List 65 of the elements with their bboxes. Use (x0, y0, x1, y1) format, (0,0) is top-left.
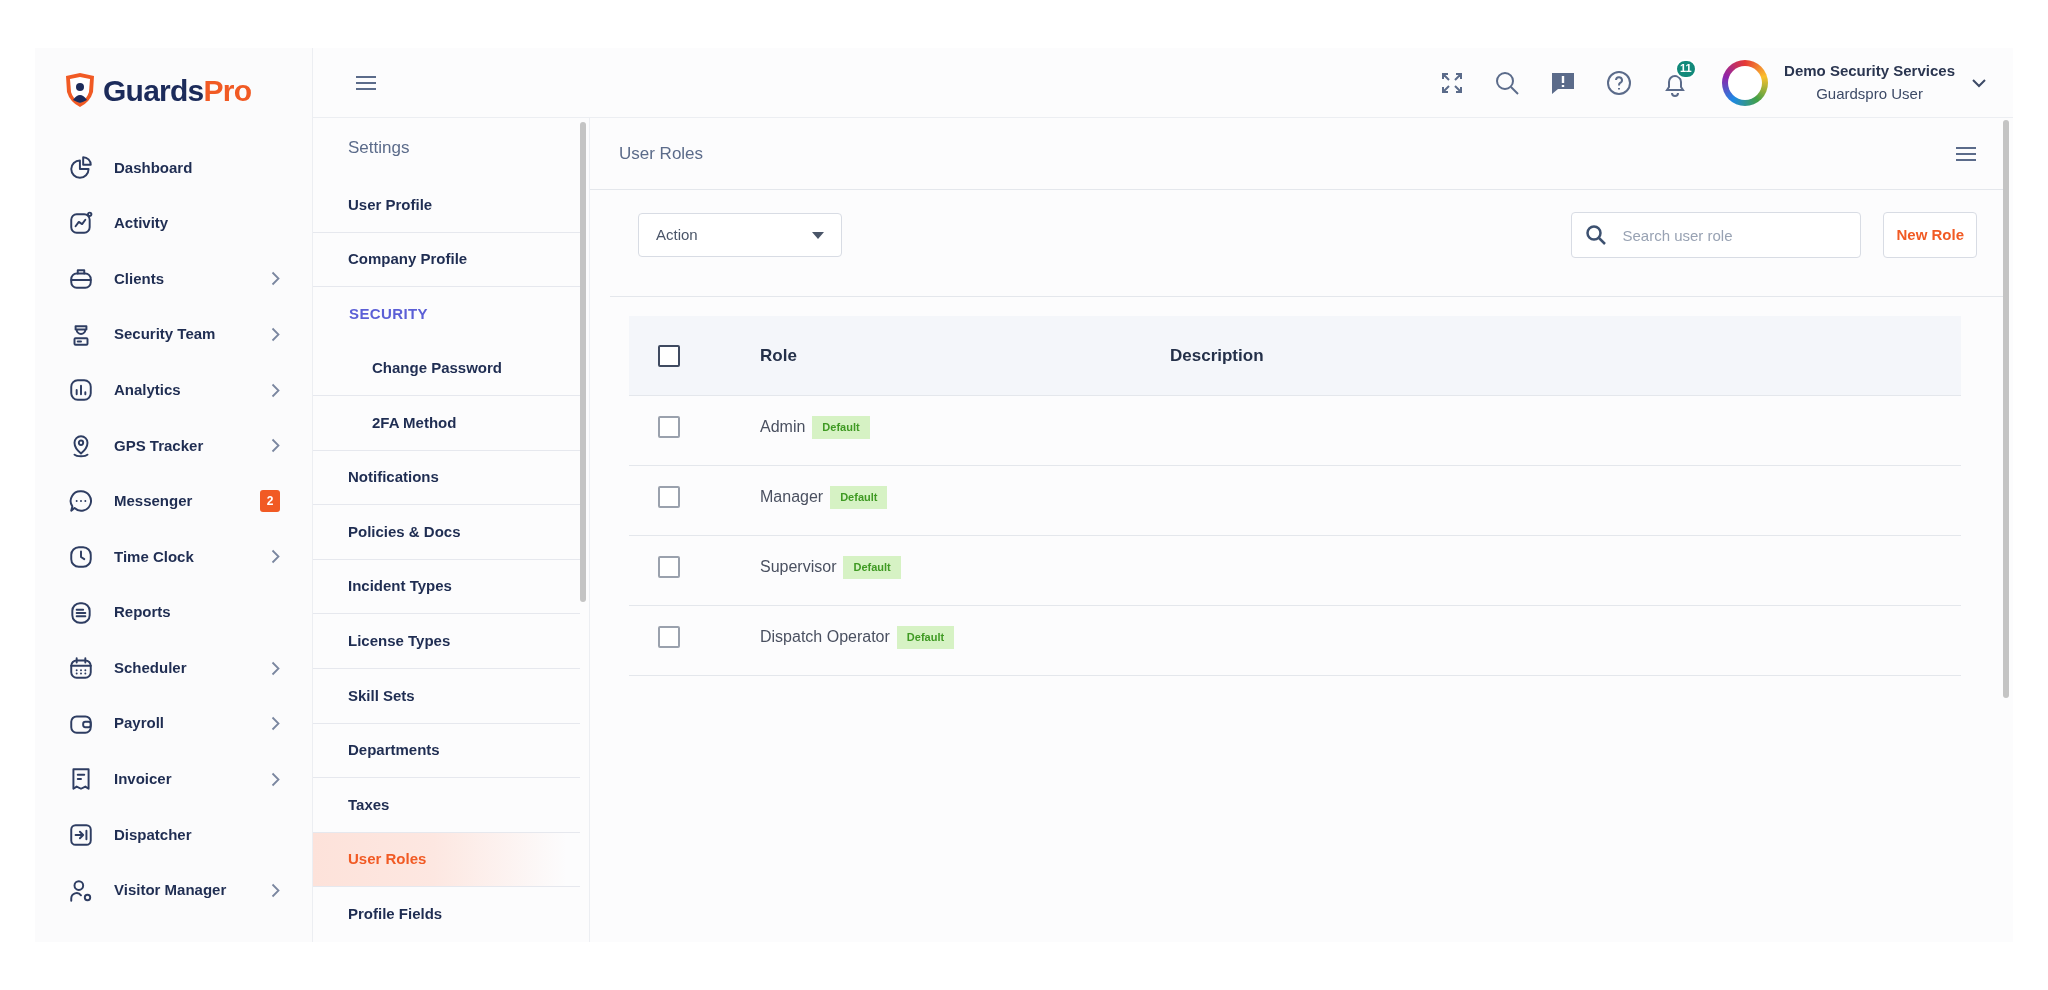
scrollbar-thumb[interactable] (2003, 120, 2009, 698)
bar-chart-icon (68, 377, 94, 404)
sidebar-item[interactable]: Dispatcher (35, 807, 312, 863)
help-icon[interactable] (1606, 69, 1633, 96)
sidebar-item[interactable]: Time Clock (35, 529, 312, 585)
logo-icon (63, 72, 97, 108)
sidebar-item[interactable]: Payroll (35, 695, 312, 752)
search-icon[interactable] (1494, 69, 1521, 96)
clock-icon (68, 543, 94, 570)
checkbox[interactable] (658, 415, 680, 438)
sidebar-item[interactable]: Invoicer (35, 751, 312, 808)
dropdown-caret-icon (812, 231, 824, 239)
section-heading: SECURITY (348, 304, 429, 325)
sidebar-item[interactable]: Reports (35, 584, 312, 641)
unread-badge: 2 (260, 490, 280, 513)
action-dropdown[interactable]: Action (638, 213, 842, 257)
sidebar-item[interactable]: Dashboard (35, 140, 312, 196)
menu-icon[interactable] (1955, 145, 1977, 162)
search-field[interactable]: Search user role (1571, 212, 1862, 258)
document-icon (68, 599, 94, 626)
chat-bubble-icon (68, 488, 94, 515)
activity-chart-icon (68, 210, 94, 237)
settings-title: Settings (348, 137, 410, 160)
role-name: Manager (760, 486, 824, 507)
notification-count: 11 (1675, 58, 1697, 79)
checkbox[interactable] (658, 344, 680, 367)
pie-chart-icon (68, 154, 94, 181)
sidebar-item[interactable]: Scheduler (35, 640, 312, 696)
user-name: Demo Security Services (1784, 61, 1955, 81)
role-name: Supervisor (760, 556, 837, 577)
calendar-icon (68, 655, 94, 682)
default-tag: Default (830, 486, 888, 509)
column-header: Description (1170, 344, 1264, 367)
settings-menu-item[interactable]: Skill Sets (313, 669, 580, 724)
settings-menu-item[interactable]: License Types (313, 614, 580, 670)
scrollbar-thumb[interactable] (580, 122, 586, 602)
sidebar-item[interactable]: Activity (35, 195, 312, 252)
chevron-down-icon[interactable] (1971, 77, 1987, 88)
checkbox[interactable] (658, 485, 680, 508)
settings-menu-item[interactable]: Departments (313, 723, 580, 779)
menu-icon[interactable] (355, 74, 377, 91)
search-icon (1585, 224, 1608, 246)
default-tag: Default (843, 556, 901, 579)
column-header: Role (760, 344, 798, 367)
default-tag: Default (896, 626, 955, 649)
user-settings-icon (68, 877, 94, 904)
sidebar-item[interactable]: Security Team (35, 306, 312, 363)
arrow-into-box-icon (68, 821, 94, 848)
briefcase-icon (68, 266, 94, 292)
sidebar-item[interactable]: Clients (35, 251, 312, 307)
checkbox[interactable] (658, 555, 680, 578)
settings-menu-item[interactable]: Profile Fields (313, 887, 580, 942)
sidebar-item[interactable]: GPS Tracker (35, 417, 312, 474)
sidebar-item[interactable]: Visitor Manager (35, 862, 312, 919)
sidebar-item[interactable]: Analytics (35, 362, 312, 418)
page-title: User Roles (619, 142, 704, 165)
sidebar-item[interactable]: Messenger 2 (35, 473, 312, 530)
role-name: Admin (760, 416, 806, 437)
role-name: Dispatch Operator (760, 626, 890, 647)
checkbox[interactable] (658, 625, 680, 648)
default-tag: Default (812, 416, 870, 439)
user-role: Guardspro User (1816, 84, 1923, 104)
fullscreen-icon[interactable] (1440, 70, 1465, 95)
logo-text: GuardsPro (103, 72, 252, 109)
settings-menu-item[interactable]: Taxes (313, 778, 580, 833)
